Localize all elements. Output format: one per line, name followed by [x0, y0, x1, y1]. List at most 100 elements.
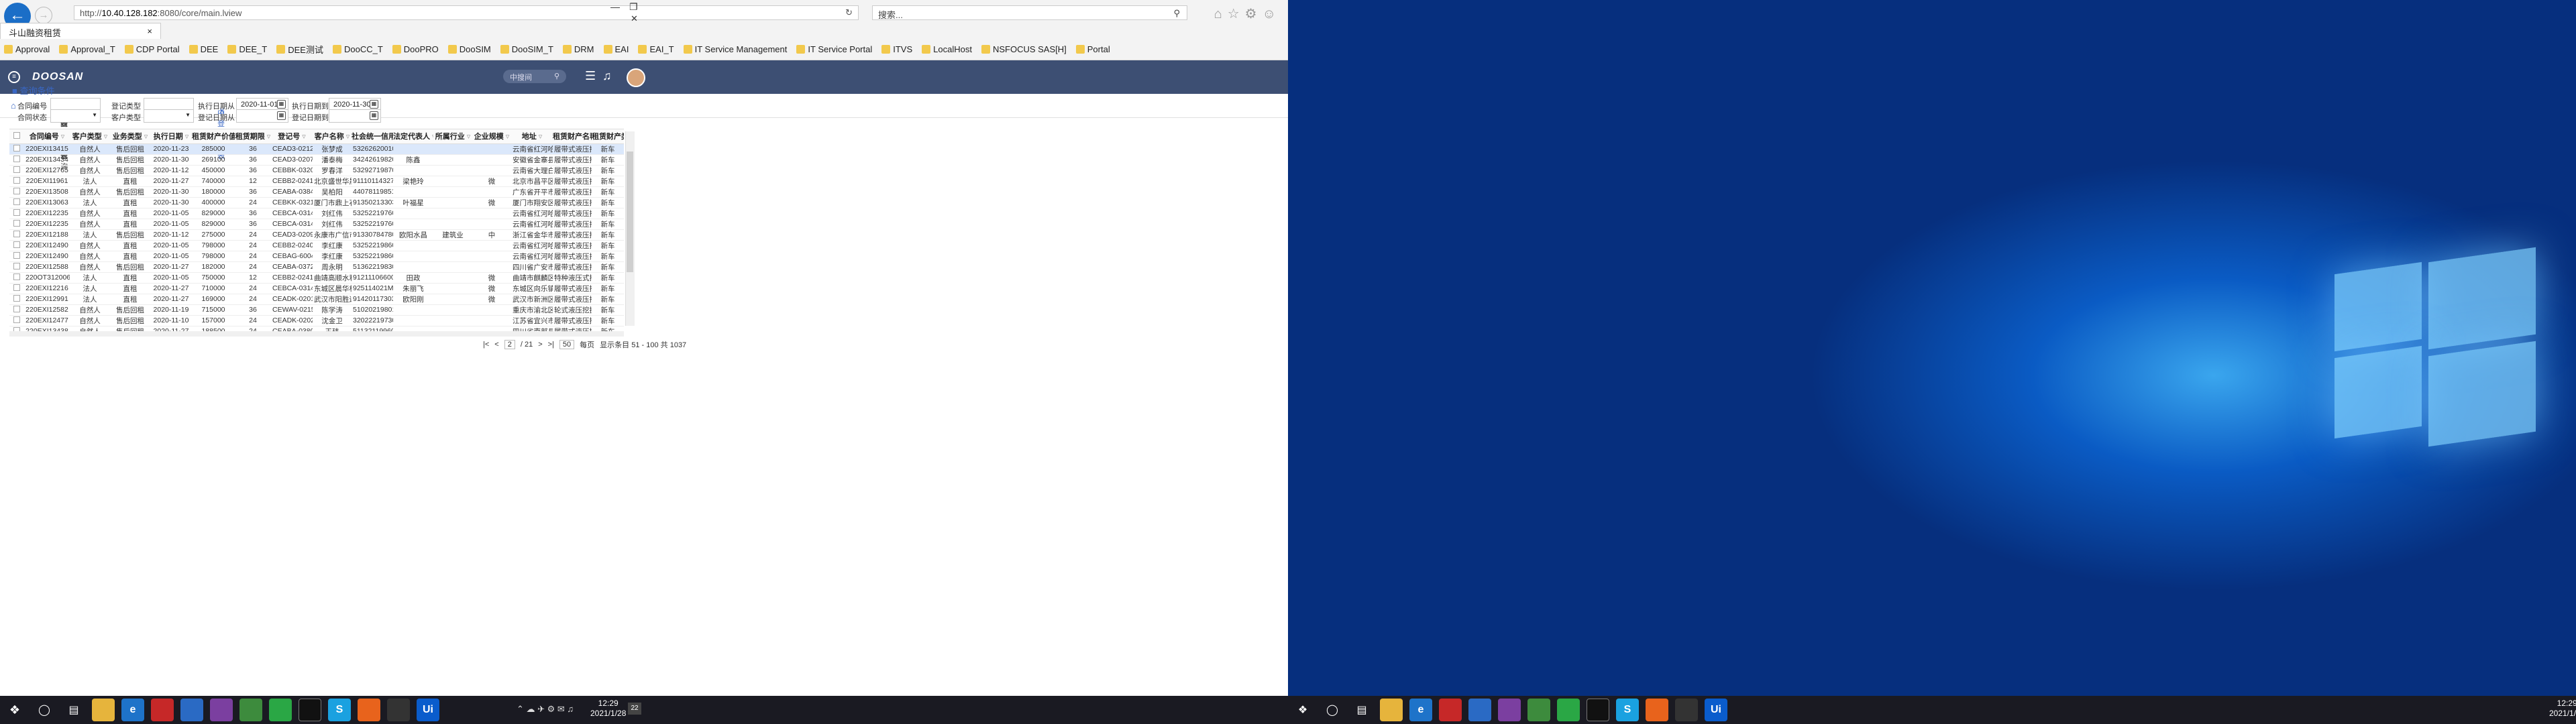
filter-icon[interactable]: ▿	[265, 133, 271, 141]
row-checkbox[interactable]	[9, 272, 24, 284]
table-row[interactable]: 220EXI12490 自然人 直租 2020-11-05 798000 24 CEBAG-…	[9, 251, 624, 262]
column-header[interactable]: 法定代表人 ▿	[393, 129, 433, 144]
row-checkbox[interactable]	[9, 315, 24, 326]
favorite-link[interactable]: Portal	[1075, 44, 1110, 54]
filter-icon[interactable]: ▿	[102, 133, 108, 141]
outlook-icon[interactable]	[1468, 699, 1491, 721]
favorite-link[interactable]: DRM	[562, 44, 594, 54]
collapse-icon[interactable]: ■	[12, 86, 19, 96]
column-header[interactable]: 客户类型 ▿	[70, 129, 110, 144]
filter-icon[interactable]: ▿	[344, 133, 350, 141]
row-checkbox[interactable]	[9, 229, 24, 241]
column-header[interactable]: 业务类型 ▿	[110, 129, 150, 144]
outlook-icon[interactable]	[180, 699, 203, 721]
favorite-link[interactable]: DooCC_T	[332, 44, 383, 54]
onenote-icon[interactable]	[210, 699, 233, 721]
terminal-icon[interactable]	[299, 699, 321, 721]
ie-icon[interactable]: e	[1409, 699, 1432, 721]
reg-date-to-input[interactable]: ▦	[329, 109, 381, 123]
prev-page-button[interactable]: <	[494, 341, 498, 349]
app-green-icon[interactable]	[1527, 699, 1550, 721]
row-checkbox[interactable]	[9, 143, 24, 155]
favorite-link[interactable]: IT Service Management	[683, 44, 787, 54]
favorite-link[interactable]: DooSIM_T	[500, 44, 553, 54]
column-header[interactable]: 社会统一信用代码 ▿	[352, 129, 393, 144]
wechat-icon[interactable]	[1557, 699, 1580, 721]
row-checkbox[interactable]	[9, 261, 24, 273]
table-row[interactable]: 220EXI13508 自然人 售后回租 2020-11-30 180000 36 CEAB…	[9, 186, 624, 198]
close-tab-icon[interactable]: ×	[147, 26, 152, 36]
horizontal-scrollbar[interactable]	[9, 331, 624, 337]
row-checkbox[interactable]	[9, 186, 24, 198]
table-row[interactable]: 220EXI12235 自然人 直租 2020-11-05 829000 36 CEBCA-…	[9, 208, 624, 219]
clock[interactable]: 12:29 2021/1/28	[590, 699, 626, 719]
row-checkbox[interactable]	[9, 165, 24, 176]
skype-icon[interactable]: S	[1616, 699, 1639, 721]
notification-badge[interactable]: 22	[628, 703, 641, 715]
favorite-link[interactable]: DooSIM	[447, 44, 491, 54]
row-checkbox[interactable]	[9, 219, 24, 230]
column-header[interactable]: 客户名称 ▿	[313, 129, 352, 144]
row-checkbox[interactable]	[9, 326, 24, 331]
filter-icon[interactable]: ▿	[300, 133, 306, 141]
table-row[interactable]: 220EXI12991 法人 直租 2020-11-27 169000 24 CEADK-0…	[9, 294, 624, 305]
filter-icon[interactable]: ▿	[504, 133, 510, 141]
row-checkbox[interactable]	[9, 197, 24, 208]
chrome-icon[interactable]	[1675, 699, 1698, 721]
filter-icon[interactable]: ▿	[59, 133, 65, 141]
favorite-link[interactable]: DEE	[189, 44, 218, 54]
table-row[interactable]: 220EXI12188 法人 售后回租 2020-11-12 275000 24 CEAD3…	[9, 229, 624, 241]
favorite-link[interactable]: IT Service Portal	[796, 44, 872, 54]
table-row[interactable]: 220EXI13063 法人 直租 2020-11-30 400000 24 CEBKK-0…	[9, 197, 624, 208]
table-row[interactable]: 220EXI13415 自然人 售后回租 2020-11-23 285000 36 CEAD…	[9, 143, 624, 155]
row-checkbox[interactable]	[9, 283, 24, 294]
terminal-icon[interactable]	[1587, 699, 1609, 721]
favorite-link[interactable]: ITVS	[881, 44, 912, 54]
app-green-icon[interactable]	[239, 699, 262, 721]
app-red-icon[interactable]	[1439, 699, 1462, 721]
menu-icon[interactable]: ≡	[8, 71, 20, 83]
first-page-button[interactable]: |<	[483, 341, 489, 349]
forward-button[interactable]: →	[35, 7, 52, 24]
table-row[interactable]: 220EXI12490 自然人 直租 2020-11-05 798000 24 CEBB2-…	[9, 240, 624, 251]
table-row[interactable]: 220EXI12477 自然人 售后回租 2020-11-10 157000 24 CEAD…	[9, 315, 624, 326]
task-view-icon[interactable]: ▤	[62, 699, 85, 721]
favorite-link[interactable]: DooPRO	[392, 44, 439, 54]
system-tray[interactable]: ⌃ ☁ ✈ ⚙ ✉ ♫	[517, 704, 574, 715]
page-size-select[interactable]: 50	[559, 340, 575, 349]
browser-search-input[interactable]: 搜索... ⚲	[872, 5, 1187, 20]
chrome-icon[interactable]	[387, 699, 410, 721]
column-header[interactable]: 企业规模 ▿	[472, 129, 511, 144]
restore-icon[interactable]: ❐	[629, 1, 638, 13]
column-header[interactable]: 租赁财产价值 ▿	[192, 129, 235, 144]
row-checkbox[interactable]	[9, 208, 24, 219]
column-header[interactable]: 所属行业 ▿	[433, 129, 472, 144]
scrollbar-thumb[interactable]	[627, 152, 633, 272]
avatar[interactable]	[627, 68, 645, 87]
row-checkbox[interactable]	[9, 251, 24, 262]
table-row[interactable]: 220EXI13438自然人售后回租2020-11-2718850024CEAB…	[9, 326, 624, 331]
favorite-link[interactable]: NSFOCUS SAS[H]	[981, 44, 1067, 54]
column-header[interactable]: 合同编号 ▿	[24, 129, 70, 144]
favorite-link[interactable]: EAI	[603, 44, 629, 54]
address-bar[interactable]: http://10.40.128.182:8080/core/main.lvie…	[74, 5, 859, 20]
skype-icon[interactable]: S	[328, 699, 351, 721]
firefox-icon[interactable]	[358, 699, 380, 721]
favorite-link[interactable]: Approval_T	[59, 44, 115, 54]
minimize-icon[interactable]: —	[610, 1, 620, 12]
table-row[interactable]: 220EXI11961 法人 直租 2020-11-27 740000 12 CEBB2-0…	[9, 176, 624, 187]
column-header[interactable]: 地址 ▿	[511, 129, 553, 144]
column-header[interactable]: 登记号 ▿	[271, 129, 313, 144]
windows-start-icon[interactable]: ❖	[1291, 699, 1314, 721]
table-row[interactable]: 220EXI13434 自然人 售后回租 2020-11-30 269100 36 CEAD…	[9, 154, 624, 166]
toolbar-icons[interactable]: ⌂☆⚙☺	[1214, 5, 1281, 22]
row-checkbox[interactable]	[9, 294, 24, 305]
firefox-icon[interactable]	[1646, 699, 1668, 721]
clock-right[interactable]: 12:292021/1/28	[2549, 699, 2576, 719]
last-page-button[interactable]: >|	[548, 341, 554, 349]
wechat-icon[interactable]	[269, 699, 292, 721]
table-row[interactable]: 220EXI12216 法人 直租 2020-11-27 710000 24 CEBCA-0…	[9, 283, 624, 294]
page-number-input[interactable]: 2	[504, 340, 515, 349]
close-icon[interactable]: ✕	[631, 13, 638, 24]
calendar-icon[interactable]: ▦	[370, 111, 378, 120]
